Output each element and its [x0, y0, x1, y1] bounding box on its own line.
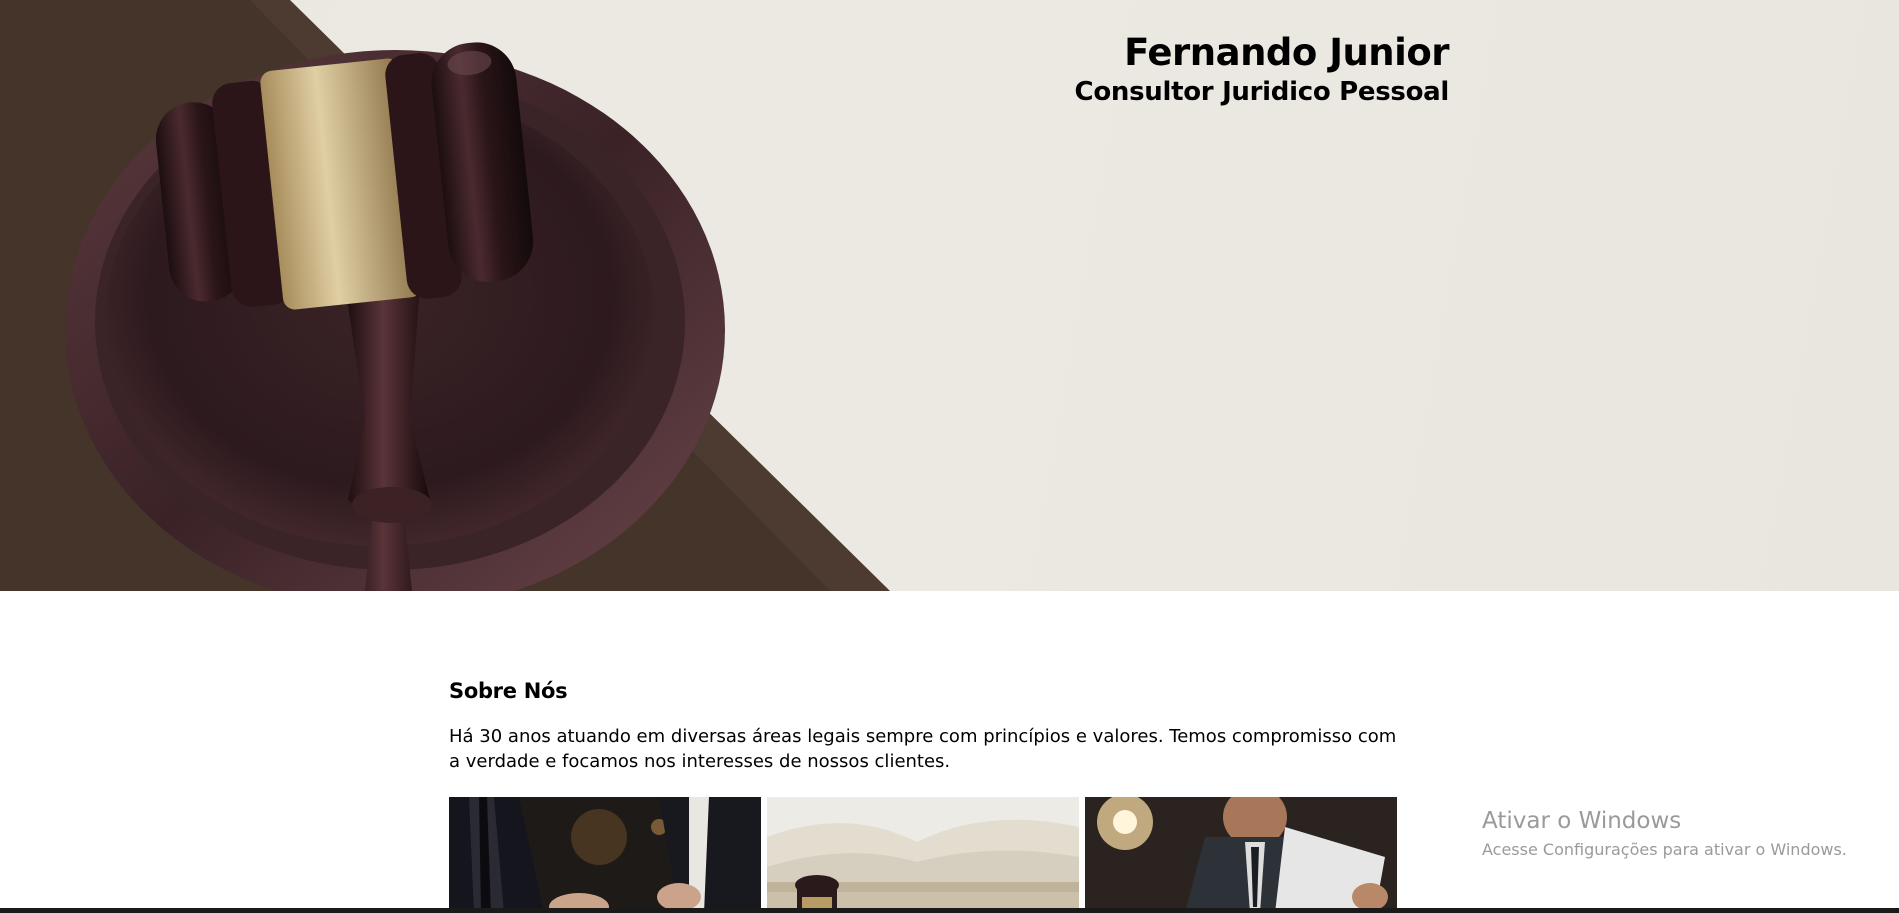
watermark-subtitle: Acesse Configurações para ativar o Windo… [1482, 840, 1847, 859]
windows-activation-watermark: Ativar o Windows Acesse Configurações pa… [1482, 806, 1847, 862]
about-section: Sobre Nós Há 30 anos atuando em diversas… [449, 676, 1399, 774]
window-bottom-edge [0, 908, 1899, 913]
man-reading-document-photo [1085, 797, 1397, 913]
about-text: Há 30 anos atuando em diversas áreas leg… [449, 726, 1397, 772]
watermark-title: Ativar o Windows [1482, 808, 1682, 834]
open-book-photo [767, 797, 1079, 913]
business-meeting-photo [449, 797, 761, 913]
hero-name: Fernando Junior [1124, 31, 1449, 74]
hero-banner: Fernando Junior Consultor Juridico Pesso… [0, 0, 1899, 591]
gavel-icon [0, 0, 890, 591]
photo-gallery [449, 797, 1398, 913]
hero-role: Consultor Juridico Pessoal [1074, 77, 1450, 107]
hero-title: Fernando Junior Consultor Juridico Pesso… [1074, 30, 1450, 108]
about-heading: Sobre Nós [449, 679, 568, 703]
